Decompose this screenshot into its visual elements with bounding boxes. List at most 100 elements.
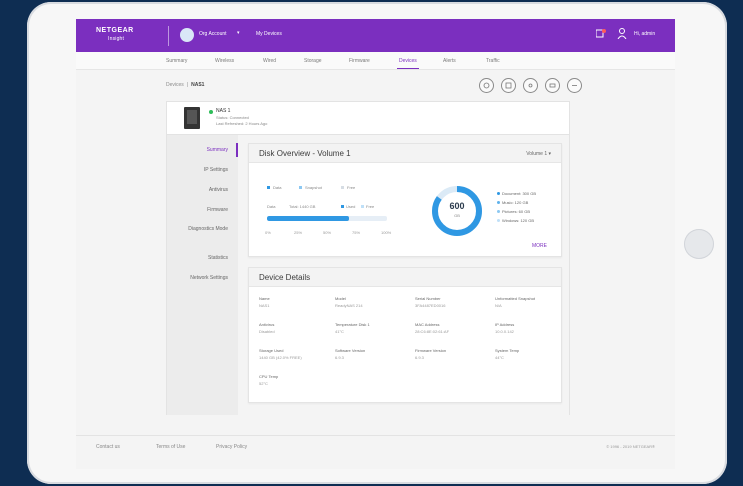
- detail-label: IP Address: [495, 322, 515, 327]
- tab-summary[interactable]: Summary: [166, 58, 187, 64]
- user-icon[interactable]: [617, 28, 627, 39]
- legend-swatch: [341, 186, 344, 190]
- detail-value: Disabled: [259, 329, 275, 334]
- detail-label: MAC Address: [415, 322, 440, 327]
- legend-swatch: [341, 205, 344, 208]
- legend-label: Used: [346, 204, 356, 209]
- detail-label: Unformatted Snapshot: [495, 296, 536, 301]
- status-dot: [209, 110, 213, 114]
- device-header-card: NAS 1 Status: Connected Last Refreshed: …: [166, 101, 570, 135]
- tab-storage[interactable]: Storage: [304, 58, 322, 64]
- detail-label: Software Version: [335, 348, 366, 353]
- detail-label: System Temp: [495, 348, 520, 353]
- notification-icon[interactable]: [596, 29, 606, 38]
- sub-navigation: Summary Wireless Wired Storage Firmware Devic…: [76, 52, 675, 70]
- storage-donut-chart: [432, 186, 482, 236]
- footer-link-privacy-policy[interactable]: Privacy Policy: [216, 444, 247, 450]
- org-avatar[interactable]: [180, 28, 194, 42]
- legend-label: Document: 300 GB: [502, 191, 537, 196]
- donut-legend-item: Music: 120 GB: [497, 200, 528, 205]
- breadcrumb: Devices | NAS1: [166, 82, 204, 88]
- detail-value: 44°C: [495, 355, 504, 360]
- tab-firmware[interactable]: Firmware: [349, 58, 370, 64]
- tick-label: 50%: [323, 230, 332, 235]
- bar-label-used: Data: [267, 204, 276, 209]
- disk-overview-header: Disk Overview - Volume 1 Volume 1 ▾: [249, 144, 561, 163]
- user-name[interactable]: Hi, admin: [634, 31, 655, 37]
- console-icon[interactable]: [545, 78, 560, 93]
- legend-swatch: [361, 205, 364, 208]
- tablet-home-button[interactable]: [684, 229, 714, 259]
- footer-divider: [76, 435, 675, 436]
- my-devices-link[interactable]: My Devices: [256, 31, 282, 37]
- footer-copyright: © 1996 - 2019 NETGEAR®: [606, 444, 655, 449]
- detail-value: 6.9.3: [415, 355, 424, 360]
- legend-label: Free: [347, 185, 356, 190]
- legend-label: Pictures: 60 GB: [502, 209, 531, 214]
- chevron-down-icon[interactable]: ▾: [237, 30, 240, 36]
- disk-overview-card: Disk Overview - Volume 1 Volume 1 ▾ Data…: [248, 143, 562, 257]
- breadcrumb-separator: |: [186, 82, 189, 88]
- tick-label: 100%: [381, 230, 392, 235]
- org-selector[interactable]: Org Account: [199, 31, 227, 37]
- legend-label: Data: [273, 185, 282, 190]
- donut-unit: GB: [454, 213, 460, 218]
- legend-swatch: [299, 186, 302, 190]
- footer-link-contact-us[interactable]: Contact us: [96, 444, 120, 450]
- tick-label: 75%: [352, 230, 361, 235]
- legend-swatch: [267, 186, 270, 190]
- sidebar-item-diagnostics-mode[interactable]: Diagnostics Mode: [188, 226, 228, 232]
- detail-value: 10.0.0.142: [495, 329, 514, 334]
- detail-value: 3FA4487ED0016: [415, 303, 446, 308]
- content-area: Disk Overview - Volume 1 Volume 1 ▾ Data…: [238, 135, 570, 415]
- more-link[interactable]: MORE: [532, 243, 547, 249]
- sidebar-item-network-settings[interactable]: Network Settings: [188, 275, 228, 281]
- storage-usage-fill: [267, 216, 349, 221]
- netgear-logo[interactable]: NETGEAR Insight: [96, 27, 134, 43]
- detail-value: 6.9.3: [335, 355, 344, 360]
- sidebar-item-antivirus[interactable]: Antivirus: [188, 187, 228, 193]
- bar-legend-free: Free: [361, 204, 374, 209]
- tab-alerts[interactable]: Alerts: [443, 58, 456, 64]
- breadcrumb-current: NAS1: [191, 82, 205, 88]
- sidebar-item-summary[interactable]: Summary: [188, 147, 228, 153]
- detail-value: 28:C6:8E:02:61:AF: [415, 329, 450, 334]
- refresh-icon[interactable]: [479, 78, 494, 93]
- bar-legend-used: Used: [341, 204, 355, 209]
- device-details-title: Device Details: [259, 273, 311, 282]
- detail-value: N/A: [495, 303, 502, 308]
- disk-overview-title: Disk Overview - Volume 1: [259, 149, 351, 158]
- detail-label: Name: [259, 296, 270, 301]
- device-details-header: Device Details: [249, 268, 561, 287]
- legend-data: Data: [267, 185, 281, 190]
- detail-label: Storage Used: [259, 348, 284, 353]
- legend-label: Free: [366, 204, 375, 209]
- reboot-icon[interactable]: [501, 78, 516, 93]
- volume-dropdown[interactable]: Volume 1 ▾: [526, 151, 551, 157]
- breadcrumb-parent[interactable]: Devices: [166, 82, 184, 88]
- sidebar-item-ip-settings[interactable]: IP Settings: [188, 167, 228, 173]
- sidebar-item-statistics[interactable]: Statistics: [188, 255, 228, 261]
- tab-wired[interactable]: Wired: [263, 58, 276, 64]
- app-screen: NETGEAR Insight Org Account ▾ My Devices…: [76, 19, 675, 469]
- detail-label: Firmware Version: [415, 348, 447, 353]
- detail-value: ReadyNAS 214: [335, 303, 363, 308]
- device-name: NAS 1: [216, 108, 231, 114]
- sidebar-item-firmware[interactable]: Firmware: [188, 207, 228, 213]
- tab-devices[interactable]: Devices: [397, 58, 419, 69]
- tick-label: 25%: [294, 230, 303, 235]
- device-status: Status: Connected: [216, 115, 249, 120]
- detail-value: 1440 GB (42.0% FREE): [259, 355, 302, 360]
- device-last-refreshed: Last Refreshed: 2 Hours Ago: [216, 121, 268, 126]
- detail-value: NAS1: [259, 303, 270, 308]
- tab-traffic[interactable]: Traffic: [486, 58, 500, 64]
- donut-legend-item: Pictures: 60 GB: [497, 209, 530, 214]
- donut-legend-item: Document: 300 GB: [497, 191, 536, 196]
- settings-icon[interactable]: [523, 78, 538, 93]
- legend-swatch: [497, 219, 500, 223]
- detail-label: Model: [335, 296, 346, 301]
- footer-link-terms-of-use[interactable]: Terms of Use: [156, 444, 185, 450]
- tab-wireless[interactable]: Wireless: [215, 58, 234, 64]
- delete-icon[interactable]: [567, 78, 582, 93]
- detail-label: Antivirus: [259, 322, 275, 327]
